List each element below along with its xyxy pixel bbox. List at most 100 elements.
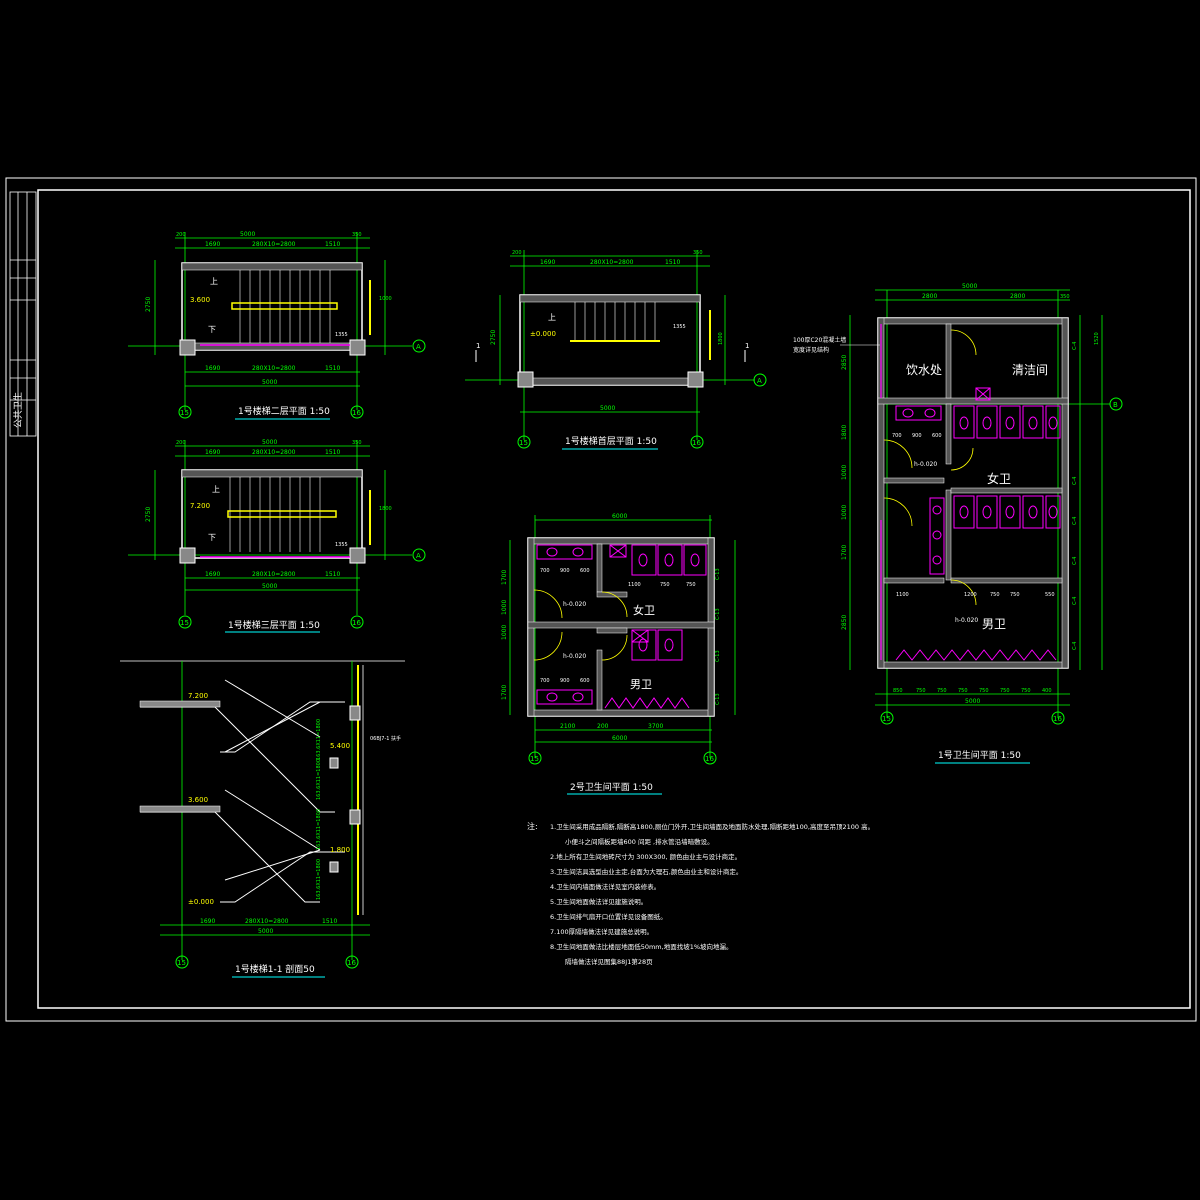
stair-3f-dimb-b: 280X10=2800 <box>252 571 296 578</box>
toilet-1-dimb-8: 5000 <box>965 698 980 705</box>
stair-plan-1f-treads <box>574 302 656 340</box>
toilet-1-dimb-6: 750 <box>1021 688 1031 694</box>
notes-item-7: 6.卫生间排气扇开口位置详见设备图纸。 <box>550 912 667 921</box>
toilet-plan-2: 女卫 男卫 h-0.020 h-0.020 6000 2100 200 3700… <box>501 513 736 795</box>
stair-2f-dim-e: 1510 <box>325 241 340 248</box>
stair-3f-dim-e: 1510 <box>325 449 340 456</box>
stair-3f-dimb-c: 1510 <box>325 571 340 578</box>
toilet-2-axis-16: 16 <box>705 755 714 763</box>
toilet-1-dimb-4: 750 <box>979 688 989 694</box>
toilet-1-diml-5: 2850 <box>841 615 848 630</box>
toilet-1-diml-1: 1800 <box>841 425 848 440</box>
general-notes: 注: 1.卫生间采用成品隔断,隔断高1800,厕位门外开,卫生间墙面及地面防水处… <box>527 821 874 966</box>
stair-3f-diml-a: 2750 <box>145 507 152 522</box>
stair-section: 7.200 5.400 3.600 1.800 ±0.000 163.6X11=… <box>120 660 405 978</box>
toilet-1-rowa-1: 900 <box>912 433 922 439</box>
stair-plan-3f: 上 下 7.200 5000 200 1690 280X10=2800 1510… <box>128 439 426 633</box>
notes-item-1: 1.卫生间采用成品隔断,隔断高1800,厕位门外开,卫生间墙面及地面防水处理,隔… <box>550 822 874 831</box>
stair-2f-dim-c: 1690 <box>205 241 220 248</box>
toilet-1-level-1: h-0.020 <box>914 461 937 468</box>
stair-3f-dim-a: 5000 <box>262 439 277 446</box>
toilet-1-dimt-a: 5000 <box>962 283 977 290</box>
stair-1f-axis-15: 15 <box>519 439 528 447</box>
stair-1f-dim-c: 280X10=2800 <box>590 259 634 266</box>
stair-3f-level: 7.200 <box>190 502 210 510</box>
section-flight-3: 163.6X11=1800 <box>316 809 322 850</box>
toilet-1-diml-4: 1700 <box>841 545 848 560</box>
stair-2f-dimb-b: 280X10=2800 <box>252 365 296 372</box>
stair-1f-dim-b: 1690 <box>540 259 555 266</box>
toilet-1-rowb-2: 750 <box>990 592 1000 598</box>
toilet-2-rowa-0: 700 <box>540 568 550 574</box>
stair-3f-up: 上 <box>212 485 220 494</box>
section-level-2: 5.400 <box>330 742 350 750</box>
notes-item-5: 4.卫生间内墙面做法详见室内装修表。 <box>550 882 660 891</box>
stair-3f-dimb-a: 1690 <box>205 571 220 578</box>
stair-3f-dim-b: 200 <box>176 440 186 446</box>
stair-2f-axis-15: 15 <box>180 409 189 417</box>
stair-1f-dim-a: 200 <box>512 250 522 256</box>
toilet-2-dimr-a: C-13 <box>715 568 721 580</box>
toilet-2-rowa-2: 600 <box>580 568 590 574</box>
toilet-2-rowc-2: 750 <box>686 582 696 588</box>
stair-2f-diml-a: 2750 <box>145 297 152 312</box>
stair-3f-axis-16: 16 <box>352 619 361 627</box>
toilet-1-note-2: 宽度详见结构 <box>793 346 829 354</box>
stair-3f-dimr-a: 1800 <box>379 506 392 512</box>
toilet-2-female: 女卫 <box>633 603 655 617</box>
toilet-1-rowb-1: 1200 <box>964 592 977 598</box>
notes-item-3: 2.地上所有卫生间地砖尺寸为 300X300, 颜色由业主与设计商定。 <box>550 852 741 861</box>
stair-1f-level: ±0.000 <box>530 330 556 338</box>
toilet-1-axis-15: 15 <box>882 715 891 723</box>
toilet-1-male: 男卫 <box>982 617 1006 631</box>
section-axis-15: 15 <box>177 959 186 967</box>
notes-item-6: 5.卫生间地面做法详见建施说明。 <box>550 897 647 906</box>
stair-2f-axis-a: A <box>416 343 421 351</box>
stair-3f-axis-15: 15 <box>180 619 189 627</box>
toilet-2-diml-c: 1000 <box>501 625 508 640</box>
stair-3f-dim-d: 280X10=2800 <box>252 449 296 456</box>
toilet-2-dimr-b: C-13 <box>715 608 721 620</box>
toilet-1-diml-2: 1000 <box>841 465 848 480</box>
toilet-1-dimb-7: 400 <box>1042 688 1052 694</box>
stair-1f-dim-e: 350 <box>693 250 703 256</box>
toilet-1-cleaning: 清洁间 <box>1012 363 1048 377</box>
toilet-plan-2-dimlines <box>509 515 736 758</box>
toilet-1-rowb-4: 550 <box>1045 592 1055 598</box>
section-dim-c: 1510 <box>322 918 337 925</box>
toilet-1-dimb-0: 850 <box>893 688 903 694</box>
toilet-2-rowa-1: 900 <box>560 568 570 574</box>
stair-2f-caption: 1号楼梯二层平面 1:50 <box>238 405 330 417</box>
stair-2f-dimr-a: 1000 <box>379 296 392 302</box>
stair-plan-1f: 上 ±0.000 200 1690 280X10=2800 1510 350 5… <box>465 250 767 450</box>
stair-1f-dimr-a: 1355 <box>673 324 686 330</box>
drawing-sheet: 公共卫生 上 下 3.600 5000 200 1690 280X10=2800… <box>5 177 1197 1022</box>
section-handrail-note: 06BJ7-1 扶手 <box>370 735 401 742</box>
toilet-1-note-1: 100厚C20混凝土墙 <box>793 336 846 344</box>
stair-3f-down: 下 <box>208 533 216 542</box>
toilet-2-rowb-0: 700 <box>540 678 550 684</box>
toilet-1-caption: 1号卫生间平面 1:50 <box>938 749 1021 761</box>
toilet-2-axis-15: 15 <box>530 755 539 763</box>
stair-2f-dim-b: 200 <box>176 232 186 238</box>
section-level-1: 7.200 <box>188 692 208 700</box>
toilet-2-dimb-c: 3700 <box>648 723 663 730</box>
toilet-1-diml-3: 1000 <box>841 505 848 520</box>
stair-1f-up: 上 <box>548 313 556 322</box>
stair-2f-dimb-d: 5000 <box>262 379 277 386</box>
toilet-2-diml-d: 1700 <box>501 685 508 700</box>
toilet-1-rowb-3: 750 <box>1010 592 1020 598</box>
toilet-1-level-2: h-0.020 <box>955 617 978 624</box>
toilet-2-dimr-c: C-13 <box>715 650 721 662</box>
toilet-2-rowb-1: 900 <box>560 678 570 684</box>
stair-1f-section-mark-right: 1 <box>745 342 749 350</box>
section-dim-a: 1690 <box>200 918 215 925</box>
toilet-1-axis-b: B <box>1113 401 1118 409</box>
stair-plan-2f: 上 下 3.600 5000 200 1690 280X10=2800 1510… <box>128 231 426 420</box>
notes-heading: 注: <box>527 821 538 831</box>
toilet-2-rowc-1: 750 <box>660 582 670 588</box>
toilet-1-dimr-5: C-4 <box>1072 597 1078 605</box>
stair-section-flights <box>140 679 345 903</box>
stair-1f-axis-a: A <box>757 377 762 385</box>
stair-1f-dim-d: 1510 <box>665 259 680 266</box>
